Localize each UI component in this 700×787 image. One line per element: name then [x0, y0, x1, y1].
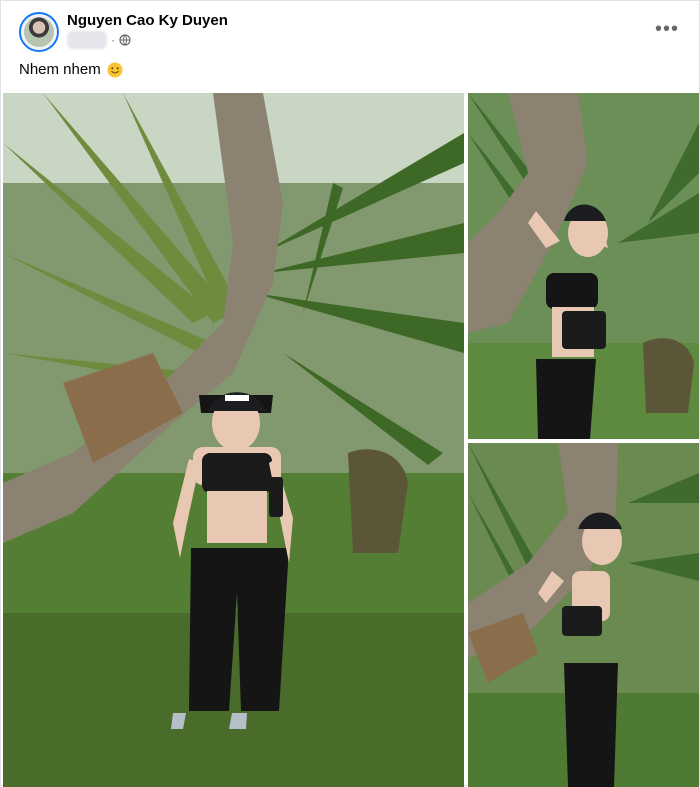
post-header: Nguyen Cao Ky Duyen · •••: [1, 1, 700, 59]
facebook-post: Nguyen Cao Ky Duyen · ••• Nhem nhem: [0, 0, 700, 787]
post-meta: ·: [67, 31, 131, 49]
avatar-photo: [24, 17, 54, 47]
face-with-tongue-emoji: [107, 62, 123, 77]
globe-icon[interactable]: [119, 34, 131, 46]
post-caption: Nhem nhem: [19, 61, 123, 78]
post-photo-top-right[interactable]: [468, 93, 699, 439]
more-horizontal-icon: •••: [654, 18, 679, 40]
blurred-timestamp[interactable]: [67, 31, 107, 49]
more-options-button[interactable]: •••: [651, 13, 683, 45]
garden-photo: [3, 93, 464, 787]
author-avatar[interactable]: [19, 12, 59, 52]
post-photo-main[interactable]: [3, 93, 464, 787]
caption-text: Nhem nhem: [19, 61, 101, 78]
garden-photo: [468, 443, 699, 787]
garden-photo: [468, 93, 699, 439]
author-name[interactable]: Nguyen Cao Ky Duyen: [67, 12, 228, 29]
post-photo-bottom-right[interactable]: [468, 443, 699, 787]
meta-separator: ·: [111, 33, 115, 47]
